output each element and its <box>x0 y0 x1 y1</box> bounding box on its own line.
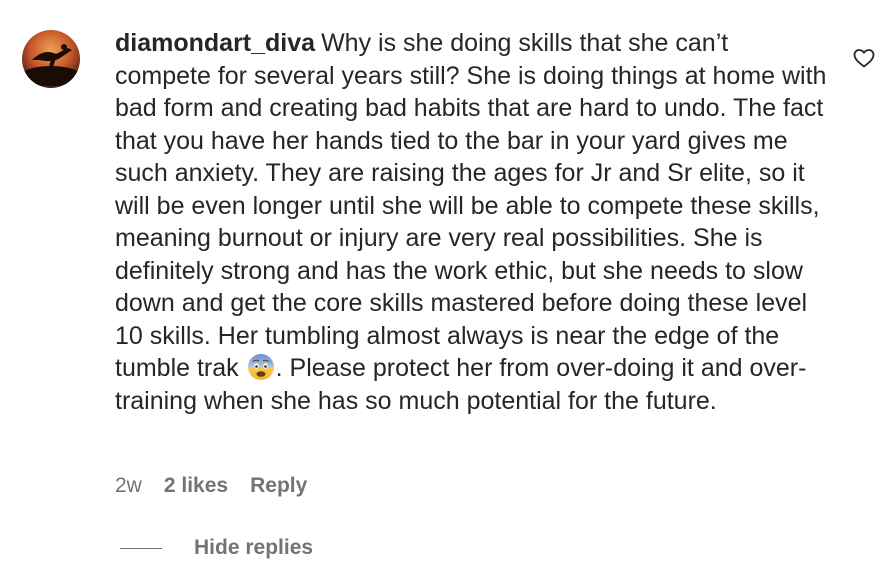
avatar-silhouette-icon <box>22 44 80 86</box>
reply-button[interactable]: Reply <box>250 474 307 498</box>
comment-username[interactable]: diamondart_diva <box>115 29 315 57</box>
heart-outline-icon[interactable] <box>852 46 876 70</box>
comment-time[interactable]: 2w <box>115 474 142 498</box>
divider-line <box>120 547 162 549</box>
avatar[interactable] <box>22 30 80 88</box>
comment-meta: 2w 2 likes Reply <box>115 474 307 498</box>
fearful-face-emoji <box>246 352 276 382</box>
hide-replies-button[interactable]: Hide replies <box>120 536 313 560</box>
comment-text: diamondart_diva Why is she doing skills t… <box>115 27 827 417</box>
comment: diamondart_diva Why is she doing skills t… <box>0 0 890 586</box>
comment-text-part-1: Why is she doing skills that she can’t c… <box>115 29 827 382</box>
comment-likes[interactable]: 2 likes <box>164 474 228 498</box>
hide-replies-label: Hide replies <box>194 536 314 559</box>
